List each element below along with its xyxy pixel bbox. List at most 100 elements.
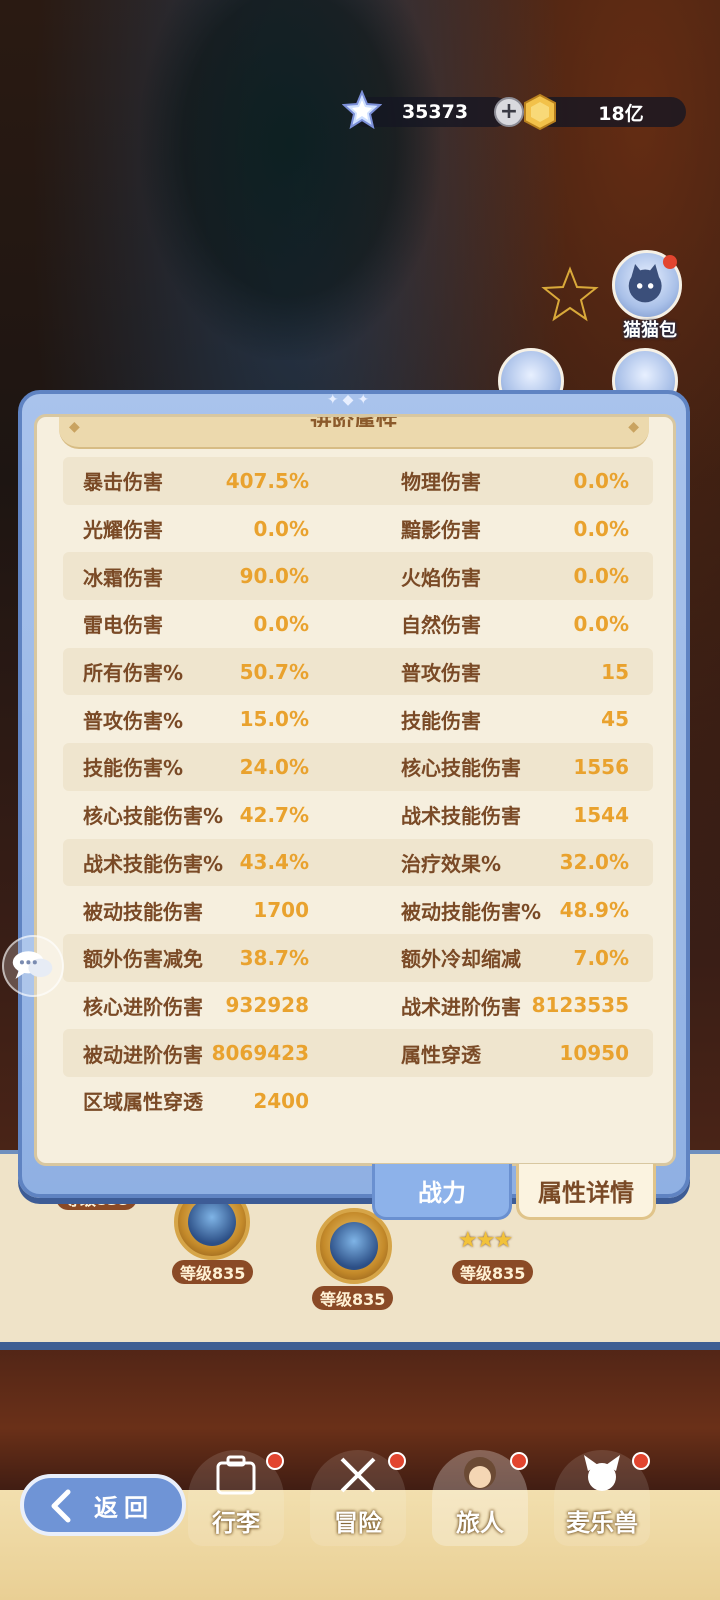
stat-cell: 区域属性穿透 2400 — [83, 1077, 309, 1125]
stat-cell: 普攻伤害 15 — [401, 648, 629, 696]
nav-adventure[interactable]: 冒险 — [302, 1440, 414, 1550]
stat-label: 被动技能伤害% — [401, 899, 542, 924]
stats-list: 暴击伤害 407.5% 物理伤害 0.0% 光耀伤害 0.0% 黯影伤害 0.0% 冰霜伤害 90… — [63, 457, 653, 1125]
stat-value: 1544 — [573, 802, 629, 827]
stat-value: 0.0% — [253, 611, 309, 636]
notification-dot — [663, 255, 677, 269]
stat-row: 雷电伤害 0.0% 自然伤害 0.0% — [63, 600, 653, 648]
stat-label: 被动技能伤害 — [83, 899, 203, 924]
notification-dot — [266, 1452, 284, 1470]
stat-value: 8069423 — [211, 1041, 309, 1066]
nav-traveler-label: 旅人 — [456, 1509, 504, 1537]
stat-cell: 战术进阶伤害 8123535 — [401, 982, 629, 1030]
star-rating: ★★★ — [458, 1228, 513, 1253]
stat-cell: 额外冷却缩减 7.0% — [401, 934, 629, 982]
stat-value: 0.0% — [573, 611, 629, 636]
stat-row: 被动进阶伤害 8069423 属性穿透 10950 — [63, 1029, 653, 1077]
stat-value: 38.7% — [239, 945, 309, 970]
notification-dot — [510, 1452, 528, 1470]
stat-row: 核心进阶伤害 932928 战术进阶伤害 8123535 — [63, 982, 653, 1030]
level-badge: 等级835 — [172, 1260, 254, 1284]
stat-row: 暴击伤害 407.5% 物理伤害 0.0% — [63, 457, 653, 505]
stat-row: 核心技能伤害% 42.7% 战术技能伤害 1544 — [63, 791, 653, 839]
stat-label: 战术技能伤害 — [401, 804, 521, 829]
stat-row: 被动技能伤害 1700 被动技能伤害% 48.9% — [63, 886, 653, 934]
nav-beast[interactable]: 麦乐兽 — [546, 1440, 658, 1550]
nav-luggage[interactable]: 行李 — [180, 1440, 292, 1550]
stat-value: 0.0% — [573, 516, 629, 541]
stat-cell: 技能伤害% 24.0% — [83, 743, 309, 791]
stat-value: 50.7% — [239, 659, 309, 684]
stat-label: 普攻伤害 — [401, 661, 481, 686]
stat-cell: 核心进阶伤害 932928 — [83, 982, 309, 1030]
cat-bag-label: 猫猫包 — [623, 320, 677, 341]
tab-power[interactable]: 战力 — [372, 1164, 512, 1220]
stat-value: 8123535 — [531, 993, 629, 1018]
stat-value: 10950 — [559, 1041, 629, 1066]
stat-cell: 战术技能伤害 1544 — [401, 791, 629, 839]
stat-cell: 被动技能伤害% 48.9% — [401, 886, 629, 934]
stat-cell — [401, 1077, 629, 1125]
stat-label: 雷电伤害 — [83, 613, 163, 638]
stat-label: 战术技能伤害% — [83, 851, 224, 876]
stat-cell: 自然伤害 0.0% — [401, 600, 629, 648]
stat-cell: 被动进阶伤害 8069423 — [83, 1029, 309, 1077]
gem-icon — [342, 90, 382, 130]
level-badge: 等级835 — [452, 1260, 534, 1284]
star-decoration — [541, 266, 599, 322]
nav-adventure-label: 冒险 — [334, 1509, 382, 1537]
stat-cell: 技能伤害 45 — [401, 695, 629, 743]
stat-label: 光耀伤害 — [83, 518, 163, 543]
stat-cell: 核心技能伤害 1556 — [401, 743, 629, 791]
stat-value: 15.0% — [239, 707, 309, 732]
stat-cell: 普攻伤害% 15.0% — [83, 695, 309, 743]
stat-value: 2400 — [253, 1088, 309, 1113]
notification-dot — [388, 1452, 406, 1470]
stat-cell: 所有伤害% 50.7% — [83, 648, 309, 696]
stat-label: 核心技能伤害 — [401, 756, 521, 781]
stat-row: 区域属性穿透 2400 — [63, 1077, 653, 1125]
stat-cell: 黯影伤害 0.0% — [401, 505, 629, 553]
stat-value: 7.0% — [573, 945, 629, 970]
stat-value: 0.0% — [573, 564, 629, 589]
stat-label: 暴击伤害 — [83, 470, 163, 495]
stat-cell: 属性穿透 10950 — [401, 1029, 629, 1077]
hero-slot[interactable] — [316, 1208, 392, 1284]
stat-row: 技能伤害% 24.0% 核心技能伤害 1556 — [63, 743, 653, 791]
stat-label: 冰霜伤害 — [83, 565, 163, 590]
chat-icon — [12, 951, 53, 979]
chat-button[interactable] — [2, 935, 64, 997]
stat-row: 额外伤害减免 38.7% 额外冷却缩减 7.0% — [63, 933, 653, 982]
stat-value: 1556 — [573, 754, 629, 779]
stat-value: 48.9% — [559, 898, 629, 923]
stat-label: 物理伤害 — [401, 470, 481, 495]
back-button[interactable]: 返回 — [20, 1474, 186, 1536]
stat-value: 15 — [601, 659, 629, 684]
stat-value: 407.5% — [225, 468, 309, 493]
stat-cell: 被动技能伤害 1700 — [83, 886, 309, 934]
stat-label: 技能伤害% — [83, 756, 184, 781]
tab-attribute-detail[interactable]: 属性详情 — [516, 1164, 656, 1220]
stat-label: 自然伤害 — [401, 613, 481, 638]
stat-cell: 额外伤害减免 38.7% — [83, 934, 309, 982]
attribute-panel-content[interactable]: ◆ 进阶属性 ◆ 暴击伤害 407.5% 物理伤害 0.0% 光耀伤害 0.0% 黯影伤害 0… — [34, 414, 676, 1166]
stat-value: 45 — [601, 707, 629, 732]
stat-label: 技能伤害 — [401, 708, 481, 733]
stat-label: 火焰伤害 — [401, 565, 481, 590]
stat-value: 1700 — [253, 898, 309, 923]
stat-value: 32.0% — [559, 850, 629, 875]
stat-label: 区域属性穿透 — [83, 1090, 203, 1115]
stat-row: 战术技能伤害% 43.4% 治疗效果% 32.0% — [63, 838, 653, 887]
stat-cell: 战术技能伤害% 43.4% — [83, 839, 309, 887]
stat-label: 所有伤害% — [83, 661, 184, 686]
cat-bag-button[interactable] — [612, 250, 682, 320]
level-badge: 等级835 — [312, 1286, 394, 1310]
nav-luggage-label: 行李 — [212, 1509, 260, 1537]
nav-traveler[interactable]: 旅人 — [424, 1440, 536, 1550]
stat-value: 0.0% — [573, 468, 629, 493]
stat-cell: 冰霜伤害 90.0% — [83, 552, 309, 600]
stat-label: 治疗效果% — [401, 851, 502, 876]
back-arrow-icon — [51, 1489, 71, 1523]
stat-cell: 光耀伤害 0.0% — [83, 505, 309, 553]
stat-value: 42.7% — [239, 802, 309, 827]
